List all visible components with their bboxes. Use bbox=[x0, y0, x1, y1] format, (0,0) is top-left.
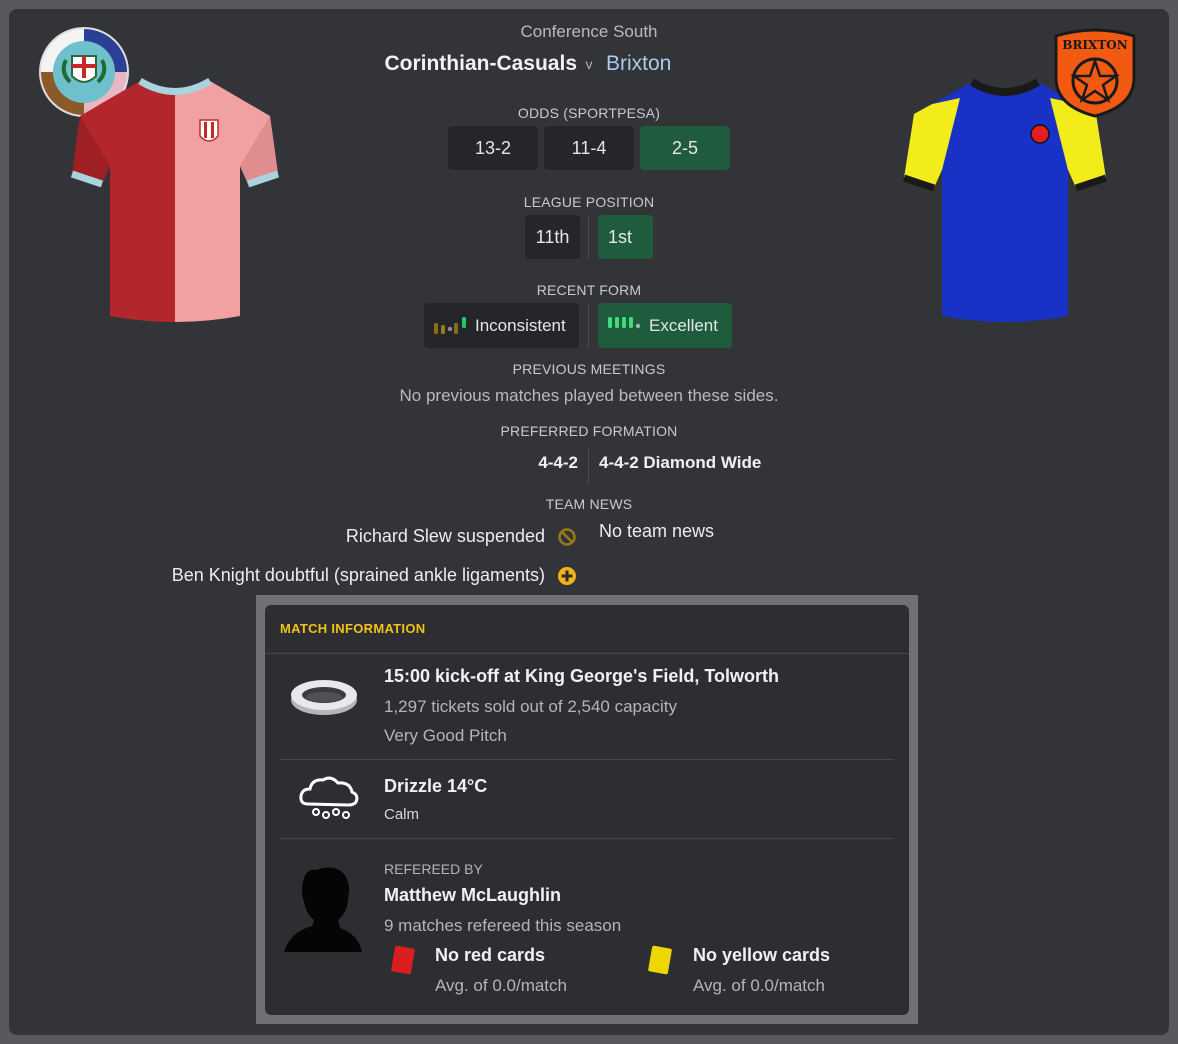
pitch-condition: Very Good Pitch bbox=[384, 726, 507, 745]
drizzle-cloud-icon bbox=[299, 776, 359, 819]
home-form-text: Inconsistent bbox=[475, 315, 566, 335]
referee-silhouette-avatar[interactable] bbox=[282, 862, 366, 954]
venue-headline[interactable]: 15:00 kick-off at King George's Field, T… bbox=[384, 666, 779, 687]
stadium-icon bbox=[291, 680, 357, 715]
odds-away-chip[interactable]: 2-5 bbox=[640, 126, 730, 170]
away-league-position[interactable]: 1st bbox=[598, 215, 653, 259]
competition-name[interactable]: Conference South bbox=[389, 22, 789, 42]
home-recent-form[interactable]: Inconsistent bbox=[424, 303, 579, 348]
red-card-icon bbox=[391, 945, 415, 975]
referee-name[interactable]: Matthew McLaughlin bbox=[384, 885, 561, 906]
team-news-label: TEAM NEWS bbox=[545, 496, 633, 512]
odds-label: ODDS (SPORTPESA) bbox=[517, 105, 661, 121]
divider bbox=[280, 838, 894, 839]
refereed-by-label: REFEREED BY bbox=[384, 861, 483, 877]
preferred-formation-label: PREFERRED FORMATION bbox=[500, 423, 678, 439]
away-form-text: Excellent bbox=[649, 315, 718, 335]
wind-condition: Calm bbox=[384, 806, 420, 823]
referee-matches: 9 matches refereed this season bbox=[384, 916, 622, 935]
home-league-position[interactable]: 11th bbox=[525, 215, 580, 259]
divider bbox=[588, 215, 589, 259]
form-bars-icon bbox=[608, 316, 641, 328]
yellow-cards-average: Avg. of 0.0/match bbox=[693, 976, 825, 995]
red-cards-count: No red cards bbox=[435, 945, 546, 965]
home-team-name[interactable]: Corinthian-Casuals bbox=[380, 52, 577, 76]
injury-icon bbox=[558, 567, 576, 585]
away-team-name[interactable]: Brixton bbox=[606, 52, 671, 76]
red-cards-average: Avg. of 0.0/match bbox=[435, 976, 567, 995]
divider bbox=[588, 303, 589, 348]
previous-meetings-text: No previous matches played between these… bbox=[399, 386, 779, 405]
recent-form-label: RECENT FORM bbox=[536, 282, 642, 298]
odds-home-chip[interactable]: 13-2 bbox=[448, 126, 538, 170]
home-kit-shirt bbox=[70, 77, 280, 322]
weather-headline: Drizzle 14°C bbox=[384, 776, 488, 796]
odds-draw-chip[interactable]: 11-4 bbox=[544, 126, 634, 170]
versus-label: v bbox=[585, 56, 593, 72]
league-position-label: LEAGUE POSITION bbox=[523, 194, 655, 210]
away-club-badge[interactable]: BRIXTON bbox=[1052, 26, 1138, 118]
previous-meetings-label: PREVIOUS MEETINGS bbox=[512, 361, 666, 377]
ticket-sales: 1,297 tickets sold out of 2,540 capacity bbox=[384, 697, 677, 716]
home-formation[interactable]: 4-4-2 bbox=[478, 453, 578, 473]
divider bbox=[280, 759, 894, 760]
team-news-home-item[interactable]: Richard Slew suspended bbox=[100, 526, 545, 547]
away-formation[interactable]: 4-4-2 Diamond Wide bbox=[599, 453, 761, 473]
team-news-away-text: No team news bbox=[599, 521, 715, 541]
team-news-home-item[interactable]: Ben Knight doubtful (sprained ankle liga… bbox=[40, 565, 545, 586]
form-bars-icon bbox=[434, 316, 466, 334]
divider bbox=[265, 653, 909, 654]
match-information-title: MATCH INFORMATION bbox=[280, 621, 426, 636]
divider bbox=[588, 448, 589, 484]
suspended-icon bbox=[558, 528, 576, 546]
away-recent-form[interactable]: Excellent bbox=[598, 303, 732, 348]
yellow-cards-count: No yellow cards bbox=[693, 945, 831, 965]
yellow-card-icon bbox=[648, 945, 672, 975]
away-badge-text: BRIXTON bbox=[1062, 38, 1127, 52]
